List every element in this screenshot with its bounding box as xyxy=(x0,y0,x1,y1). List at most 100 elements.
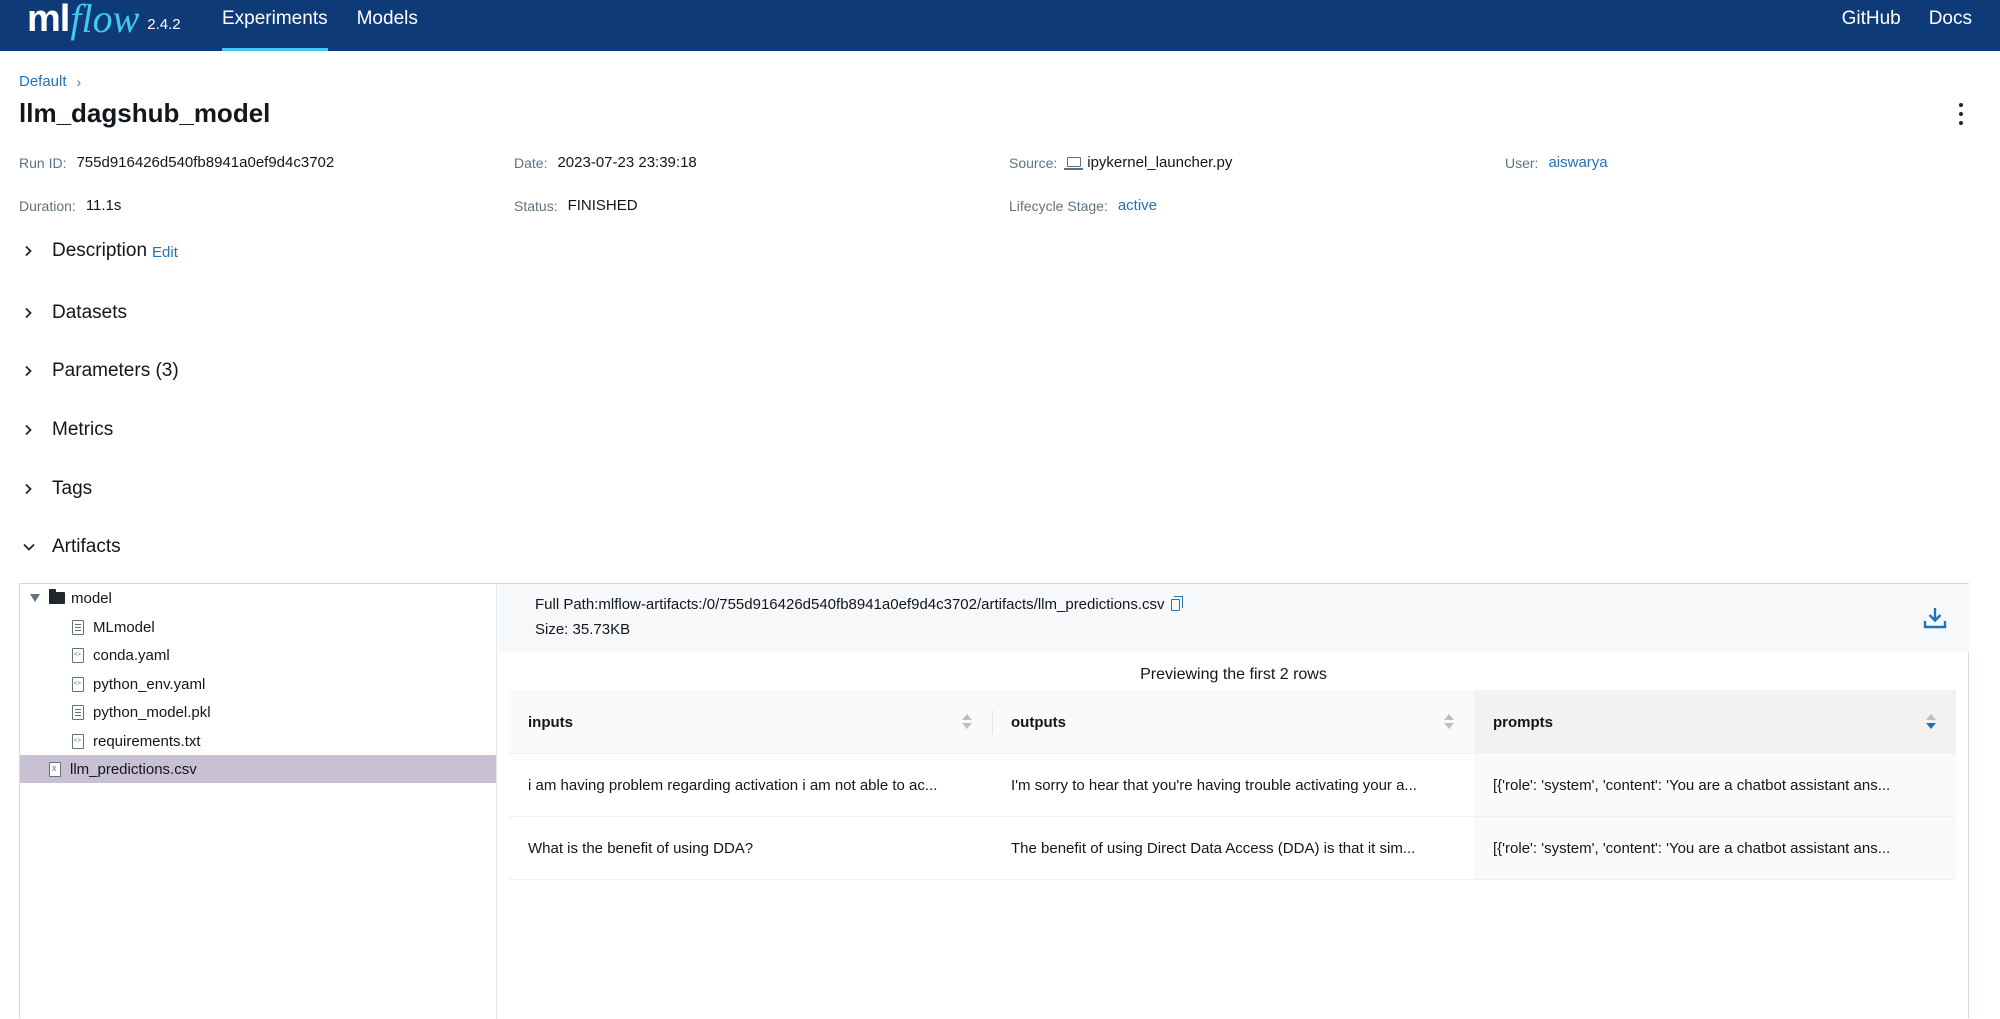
section-datasets-title: Datasets xyxy=(52,302,127,323)
tree-folder-model[interactable]: model xyxy=(20,584,496,612)
tree-file-label: llm_predictions.csv xyxy=(70,760,197,778)
status-field: Status: FINISHED xyxy=(514,197,638,214)
spreadsheet-file-icon xyxy=(49,761,61,777)
artifact-info-bar: Full Path: mlflow-artifacts:/0/755d91642… xyxy=(498,584,1969,653)
run-id-value: 755d916426d540fb8941a0ef9d4c3702 xyxy=(76,154,335,171)
file-icon xyxy=(72,619,84,635)
section-artifacts[interactable]: Artifacts xyxy=(22,536,121,558)
nav-models[interactable]: Models xyxy=(357,0,418,51)
tree-file[interactable]: requirements.txt xyxy=(20,727,496,755)
section-parameters-title: Parameters (3) xyxy=(52,360,179,381)
section-tags-title: Tags xyxy=(52,478,93,499)
table-cell: The benefit of using Direct Data Access … xyxy=(1011,839,1416,857)
caret-down-icon[interactable] xyxy=(30,594,40,602)
lifecycle-value: active xyxy=(1117,197,1158,214)
column-header-label: prompts xyxy=(1493,713,1553,731)
duration-label: Duration: xyxy=(19,197,76,214)
duration-field: Duration: 11.1s xyxy=(19,197,121,214)
chevron-right-icon xyxy=(22,424,52,436)
copy-icon[interactable] xyxy=(1170,595,1183,611)
nav-docs[interactable]: Docs xyxy=(1929,0,1972,51)
section-tags[interactable]: Tags xyxy=(22,478,92,500)
nav-github[interactable]: GitHub xyxy=(1842,0,1901,51)
full-path-line: Full Path: mlflow-artifacts:/0/755d91642… xyxy=(535,595,1183,613)
user-link[interactable]: aiswarya xyxy=(1548,154,1607,171)
table-row: i am having problem regarding activation… xyxy=(509,754,1956,817)
chevron-right-icon xyxy=(22,365,52,377)
tree-file-label: python_env.yaml xyxy=(93,675,206,693)
section-metrics-title: Metrics xyxy=(52,419,114,440)
mlflow-logo[interactable]: ml flow 2.4.2 xyxy=(27,0,181,51)
full-path-value: mlflow-artifacts:/0/755d916426d540fb8941… xyxy=(598,596,1165,613)
sort-desc-icon[interactable] xyxy=(1926,714,1936,730)
more-options-icon[interactable] xyxy=(1957,103,1965,125)
column-header-outputs[interactable]: outputs xyxy=(992,690,1474,754)
top-nav-bar: ml flow 2.4.2 Experiments Models GitHub … xyxy=(0,0,2000,51)
user-label: User: xyxy=(1505,154,1539,171)
run-id-label: Run ID: xyxy=(19,154,67,171)
download-icon[interactable] xyxy=(1923,606,1947,630)
user-field: User: aiswarya xyxy=(1505,154,1608,171)
size-line: Size: 35.73KB xyxy=(535,621,630,638)
tree-folder-label: model xyxy=(71,589,112,607)
edit-description-link[interactable]: Edit xyxy=(152,244,178,261)
file-icon xyxy=(72,704,84,720)
table-header: inputs outputs prompts xyxy=(509,690,1956,754)
sort-icon[interactable] xyxy=(1444,714,1454,730)
code-file-icon xyxy=(72,733,84,749)
laptop-icon xyxy=(1064,156,1084,170)
tree-file[interactable]: conda.yaml xyxy=(20,641,496,669)
column-header-inputs[interactable]: inputs xyxy=(509,690,992,754)
source-label: Source: xyxy=(1009,154,1058,171)
tree-file[interactable]: python_env.yaml xyxy=(20,670,496,698)
tree-file-label: MLmodel xyxy=(93,618,155,636)
column-header-label: inputs xyxy=(528,713,573,731)
source-value: ipykernel_launcher.py xyxy=(1087,154,1233,171)
artifact-tree: model MLmodel conda.yaml python_env.yaml… xyxy=(20,584,497,1019)
folder-icon xyxy=(49,589,65,604)
run-id-field: Run ID: 755d916426d540fb8941a0ef9d4c3702 xyxy=(19,154,334,171)
preview-table: inputs outputs prompts i am having probl… xyxy=(509,690,1956,880)
breadcrumb-experiment-link[interactable]: Default xyxy=(19,73,67,90)
preview-caption: Previewing the first 2 rows xyxy=(1140,666,1327,683)
section-parameters[interactable]: Parameters (3) xyxy=(22,360,179,382)
logo-flow-text: flow xyxy=(70,0,140,41)
chevron-right-icon xyxy=(22,307,52,319)
breadcrumb: Default › xyxy=(19,73,81,90)
column-header-label: outputs xyxy=(1011,713,1066,731)
section-description[interactable]: Description Edit xyxy=(22,240,178,262)
section-datasets[interactable]: Datasets xyxy=(22,302,127,324)
artifacts-panel: model MLmodel conda.yaml python_env.yaml… xyxy=(19,583,1969,1019)
table-cell: [{'role': 'system', 'content': 'You are … xyxy=(1474,817,1956,879)
status-value: FINISHED xyxy=(567,197,638,214)
code-file-icon xyxy=(72,647,84,663)
date-value: 2023-07-23 23:39:18 xyxy=(557,154,697,171)
section-artifacts-title: Artifacts xyxy=(52,536,121,557)
size-label: Size: xyxy=(535,621,569,638)
table-cell: I'm sorry to hear that you're having tro… xyxy=(1011,776,1417,794)
sort-icon[interactable] xyxy=(962,714,972,730)
section-description-title: Description xyxy=(52,240,148,261)
source-field: Source: ipykernel_launcher.py xyxy=(1009,154,1232,171)
tree-file-selected[interactable]: llm_predictions.csv xyxy=(20,755,496,783)
table-cell: i am having problem regarding activation… xyxy=(528,776,938,794)
lifecycle-label: Lifecycle Stage: xyxy=(1009,197,1108,214)
full-path-label: Full Path: xyxy=(535,596,599,613)
tree-file[interactable]: python_model.pkl xyxy=(20,698,496,726)
column-header-prompts[interactable]: prompts xyxy=(1474,690,1956,754)
date-label: Date: xyxy=(514,154,548,171)
status-label: Status: xyxy=(514,197,558,214)
table-cell: What is the benefit of using DDA? xyxy=(528,839,754,857)
code-file-icon xyxy=(72,676,84,692)
main-nav: Experiments Models xyxy=(222,0,447,51)
tree-file[interactable]: MLmodel xyxy=(20,613,496,641)
chevron-right-icon xyxy=(22,245,52,257)
chevron-down-icon xyxy=(22,541,52,553)
table-cell: [{'role': 'system', 'content': 'You are … xyxy=(1474,754,1956,816)
date-field: Date: 2023-07-23 23:39:18 xyxy=(514,154,697,171)
table-row: What is the benefit of using DDA? The be… xyxy=(509,817,1956,880)
artifact-viewer: Full Path: mlflow-artifacts:/0/755d91642… xyxy=(498,584,1969,1019)
section-metrics[interactable]: Metrics xyxy=(22,419,113,441)
nav-experiments[interactable]: Experiments xyxy=(222,0,328,51)
tree-file-label: python_model.pkl xyxy=(93,703,211,721)
